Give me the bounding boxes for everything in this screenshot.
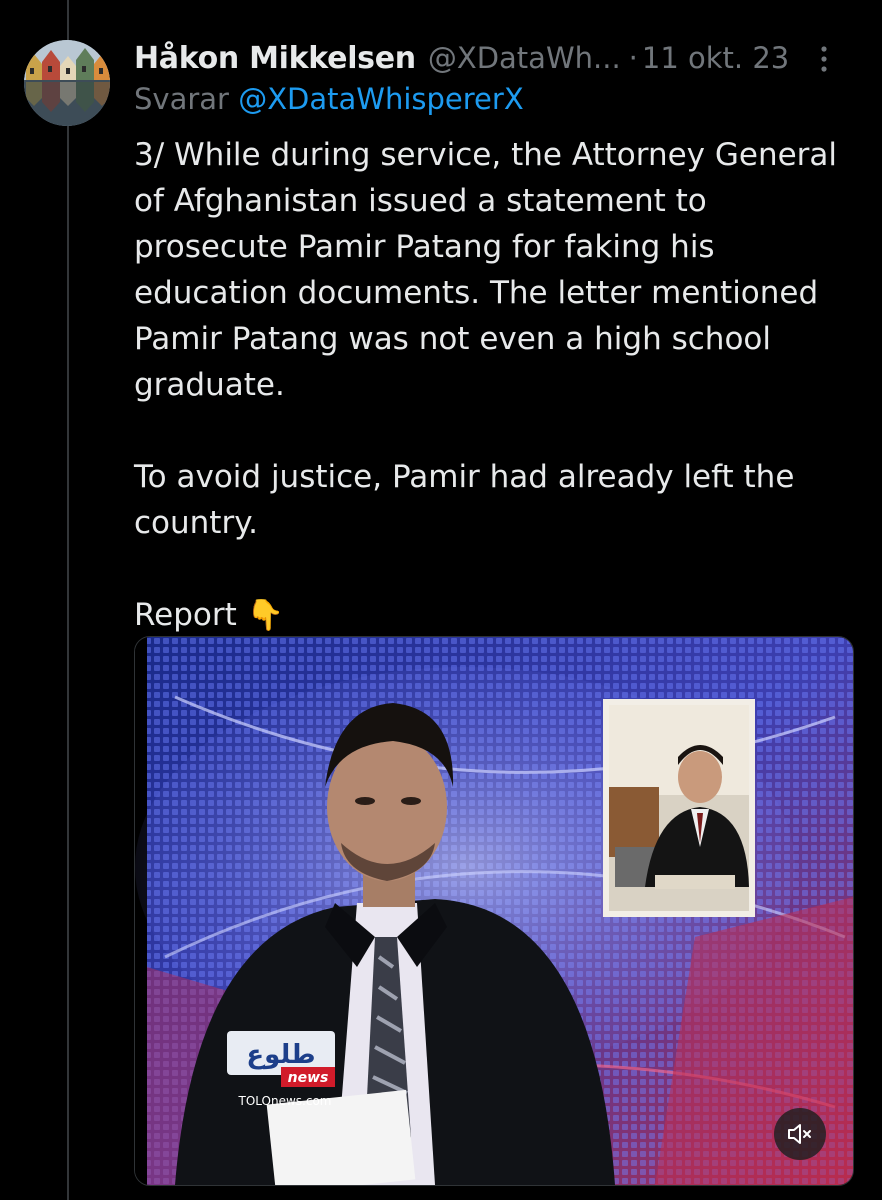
author-handle[interactable]: @XDataWh...	[428, 41, 621, 75]
reply-prefix: Svarar	[134, 82, 229, 116]
logo-url: TOLOnews.com	[238, 1094, 332, 1108]
timestamp[interactable]: 11 okt. 23	[642, 41, 789, 75]
tweet-header: Håkon Mikkelsen @XDataWh... · 11 okt. 23	[134, 36, 834, 80]
mute-button[interactable]	[774, 1108, 826, 1160]
speaker-muted-icon	[788, 1124, 811, 1144]
video-player[interactable]: طلوع news TOLOnews.com	[134, 636, 854, 1186]
logo-text: طلوع	[246, 1040, 315, 1070]
logo-news: news	[288, 1070, 329, 1086]
more-options-icon[interactable]	[812, 44, 836, 74]
reply-to-handle[interactable]: @XDataWhispererX	[238, 82, 524, 116]
avatar[interactable]	[24, 40, 110, 126]
tweet-paragraph-3: Report 👇	[134, 592, 854, 639]
separator-dot: ·	[628, 41, 638, 75]
pointing-down-emoji: 👇	[246, 598, 284, 633]
author-name[interactable]: Håkon Mikkelsen	[134, 41, 416, 76]
tweet-paragraph-2: To avoid justice, Pamir had already left…	[134, 459, 795, 541]
tolo-news-logo: طلوع news TOLOnews.com	[227, 1031, 335, 1108]
tweet-paragraph-1: 3/ While during service, the Attorney Ge…	[134, 137, 838, 403]
report-text: Report	[134, 597, 237, 633]
thread-line	[67, 0, 69, 1200]
reply-context: Svarar @XDataWhispererX	[134, 82, 524, 116]
tweet-text: 3/ While during service, the Attorney Ge…	[134, 132, 854, 639]
